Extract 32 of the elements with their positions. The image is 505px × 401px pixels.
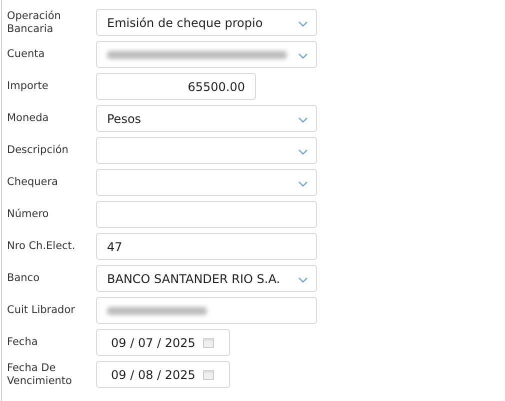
chevron-down-icon bbox=[298, 181, 308, 187]
field-label: Número bbox=[7, 208, 50, 221]
select-field[interactable]: Emisión de cheque propio bbox=[96, 9, 317, 36]
field-label: Cuit Librador bbox=[7, 304, 76, 317]
calendar-icon bbox=[203, 369, 214, 380]
select-field[interactable] bbox=[96, 41, 317, 68]
select-field[interactable] bbox=[96, 169, 317, 196]
field-label: Descripción bbox=[7, 144, 70, 157]
input-field[interactable]: 47 bbox=[96, 233, 317, 260]
field-label: Importe bbox=[7, 80, 50, 93]
field-label: Operación Bancaria bbox=[7, 10, 62, 36]
field-label: Cuenta bbox=[7, 48, 46, 61]
field-label: Moneda bbox=[7, 112, 50, 125]
input-field[interactable] bbox=[96, 297, 317, 324]
field-label: Fecha bbox=[7, 336, 39, 349]
input-field[interactable] bbox=[96, 201, 317, 228]
select-field[interactable]: Pesos bbox=[96, 105, 317, 132]
field-label: Nro Ch.Elect. bbox=[7, 240, 76, 253]
calendar-icon bbox=[203, 337, 214, 348]
field-label: Banco bbox=[7, 272, 40, 285]
chevron-down-icon bbox=[298, 149, 308, 155]
chevron-down-icon bbox=[298, 277, 308, 283]
field-label: Chequera bbox=[7, 176, 59, 189]
chevron-down-icon bbox=[298, 117, 308, 123]
date-field[interactable]: 09 / 07 / 2025 bbox=[96, 329, 230, 356]
input-field[interactable]: 65500.00 bbox=[96, 73, 256, 100]
date-field[interactable]: 09 / 08 / 2025 bbox=[96, 361, 230, 388]
chevron-down-icon bbox=[298, 53, 308, 59]
select-field[interactable] bbox=[96, 137, 317, 164]
select-field[interactable]: BANCO SANTANDER RIO S.A. bbox=[96, 265, 317, 292]
field-label: Fecha De Vencimiento bbox=[7, 362, 73, 388]
chevron-down-icon bbox=[298, 21, 308, 27]
